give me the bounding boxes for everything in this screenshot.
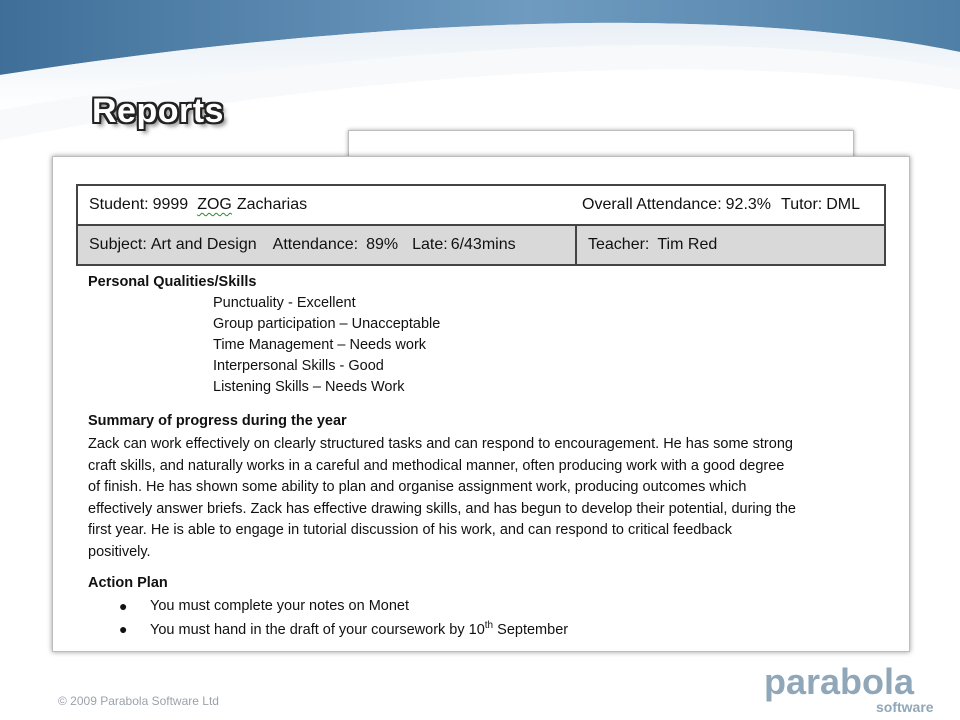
logo-sub: software: [876, 699, 934, 715]
summary-paragraph: Zack can work effectively on clearly str…: [88, 434, 888, 563]
summary-line: first year. He is able to engage in tuto…: [88, 522, 732, 538]
bullet-icon: ●: [119, 621, 128, 637]
student-id: 9999: [152, 196, 189, 213]
student-name: Zacharias: [236, 196, 308, 213]
report-document: Student: 9999 ZOG Zacharias Overall Atte…: [52, 156, 910, 652]
summary-line: effectively answer briefs. Zack has effe…: [88, 500, 796, 517]
action-plan-heading: Action Plan: [88, 575, 168, 591]
summary-line: craft skills, and naturally works in a c…: [88, 457, 785, 474]
student-code: ZOG: [197, 196, 232, 213]
quality-item: Punctuality - Excellent: [213, 295, 356, 311]
action-item: You must hand in the draft of your cours…: [150, 620, 568, 638]
summary-line: Zack can work effectively on clearly str…: [88, 436, 793, 452]
subject-row: Subject: Art and Design Attendance: 89% …: [78, 226, 884, 264]
qualities-heading: Personal Qualities/Skills: [88, 274, 257, 290]
tutor-label: Tutor:: [781, 196, 823, 213]
quality-item: Time Management – Needs work: [213, 337, 427, 353]
summary-line: positively.: [88, 543, 151, 560]
student-label: Student:: [89, 196, 149, 213]
overall-attendance-label: Overall Attendance:: [582, 196, 722, 213]
late-label: Late:: [412, 236, 448, 253]
quality-item: Interpersonal Skills - Good: [213, 358, 384, 374]
teacher-label: Teacher:: [588, 236, 650, 253]
overall-attendance-value: 92.3%: [725, 196, 772, 213]
attendance-value: 89%: [366, 236, 399, 253]
quality-item: Group participation – Unacceptable: [213, 316, 441, 332]
tutor-value: DML: [826, 196, 860, 213]
report-header-table: Student: 9999 ZOG Zacharias Overall Atte…: [76, 184, 886, 266]
action-item-text: You must hand in the draft of your cours…: [150, 621, 485, 638]
action-item-month: September: [493, 621, 569, 638]
summary-heading: Summary of progress during the year: [88, 413, 347, 429]
ordinal-suffix: th: [484, 620, 494, 631]
late-value: 6/43mins: [450, 236, 516, 253]
logo-word: parabola: [764, 661, 915, 702]
quality-item: Listening Skills – Needs Work: [213, 379, 405, 395]
bullet-icon: ●: [119, 598, 128, 614]
copyright-footer: © 2009 Parabola Software Ltd: [58, 694, 219, 708]
slide-title: Reports: [92, 92, 224, 130]
action-item: You must complete your notes on Monet: [150, 598, 410, 614]
parabola-logo: parabola software: [764, 661, 934, 715]
subject-label: Subject:: [89, 236, 147, 253]
attendance-label: Attendance:: [272, 236, 359, 253]
summary-line: of finish. He has shown some ability to …: [88, 479, 747, 495]
student-row: Student: 9999 ZOG Zacharias Overall Atte…: [78, 186, 884, 226]
subject-value: Art and Design: [150, 236, 257, 253]
teacher-value: Tim Red: [657, 236, 718, 253]
